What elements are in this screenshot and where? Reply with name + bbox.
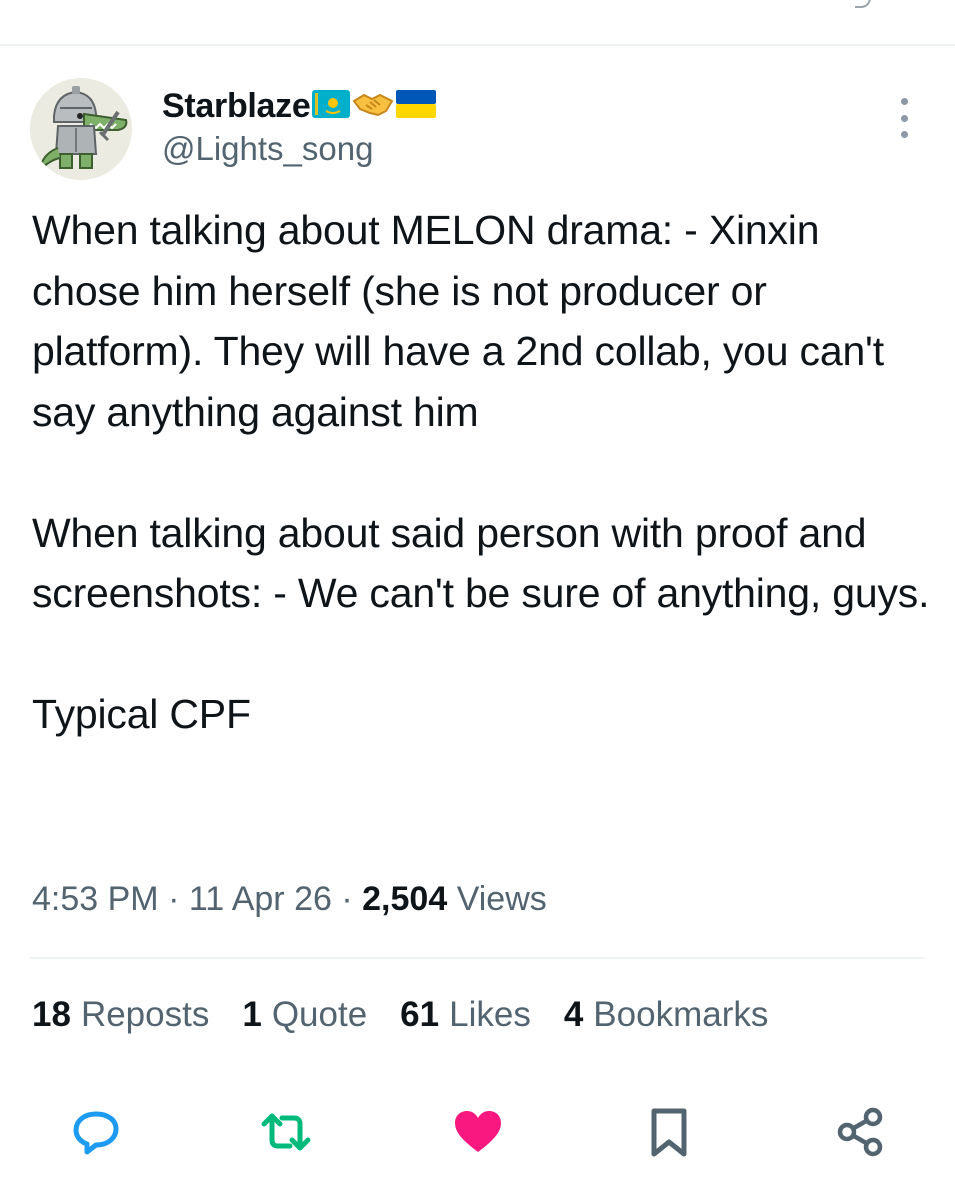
bookmarks-stat[interactable]: 4 Bookmarks: [564, 995, 769, 1035]
bookmark-button[interactable]: [643, 1106, 695, 1158]
reply-button[interactable]: [70, 1106, 122, 1158]
views-label: Views: [456, 880, 547, 918]
bookmarks-count: 4: [563, 995, 584, 1034]
share-icon: [837, 1107, 883, 1157]
tweet-date[interactable]: 11 Apr 26: [189, 880, 332, 918]
bookmarks-label: Bookmarks: [593, 995, 769, 1034]
meta-separator: ·: [341, 880, 353, 918]
previous-reply-connector: [855, 0, 871, 8]
tweet-paragraph: When talking about said person with proo…: [32, 509, 930, 617]
meta-separator: ·: [168, 880, 180, 918]
quotes-stat[interactable]: 1 Quote: [242, 995, 367, 1035]
bookmark-icon: [651, 1108, 687, 1157]
kazakhstan-flag-icon: [312, 89, 351, 123]
like-icon-filled: [455, 1111, 501, 1152]
views-count: 2,504: [362, 880, 448, 918]
stats-divider: [30, 957, 925, 959]
ukraine-flag-icon: [396, 89, 437, 123]
tweet-text: When talking about MELON drama: - Xinxin…: [32, 200, 932, 745]
like-button[interactable]: [452, 1106, 504, 1158]
tweet-paragraph: When talking about MELON drama: - Xinxin…: [32, 207, 884, 435]
quotes-label: Quote: [271, 995, 368, 1034]
share-button[interactable]: [835, 1106, 887, 1158]
avatar[interactable]: [30, 78, 132, 180]
author-handle[interactable]: @Lights_song: [162, 130, 373, 168]
reply-icon: [73, 1111, 119, 1155]
author-display-name[interactable]: Starblaze: [162, 87, 311, 126]
top-divider: [0, 44, 955, 46]
reposts-count: 18: [32, 995, 71, 1034]
handshake-icon: [352, 89, 394, 124]
tweet-metadata: 4:53 PM · 11 Apr 26 · 2,504 Views: [32, 880, 547, 919]
engagement-stats: 18 Reposts 1 Quote 61 Likes 4 Bookmarks: [32, 995, 768, 1035]
repost-icon: [261, 1113, 311, 1151]
repost-button[interactable]: [260, 1106, 312, 1158]
tweet-paragraph: Typical CPF: [32, 691, 251, 737]
likes-count: 61: [400, 995, 440, 1034]
avatar-crocodile-knight-icon: [30, 78, 132, 180]
author-name-row[interactable]: Starblaze: [162, 84, 437, 128]
tweet-time[interactable]: 4:53 PM: [32, 880, 159, 918]
more-options-icon[interactable]: [893, 98, 915, 138]
likes-label: Likes: [449, 995, 531, 1034]
quotes-count: 1: [242, 995, 262, 1034]
reposts-label: Reposts: [80, 995, 210, 1034]
reposts-stat[interactable]: 18 Reposts: [32, 995, 209, 1035]
likes-stat[interactable]: 61 Likes: [400, 995, 531, 1035]
